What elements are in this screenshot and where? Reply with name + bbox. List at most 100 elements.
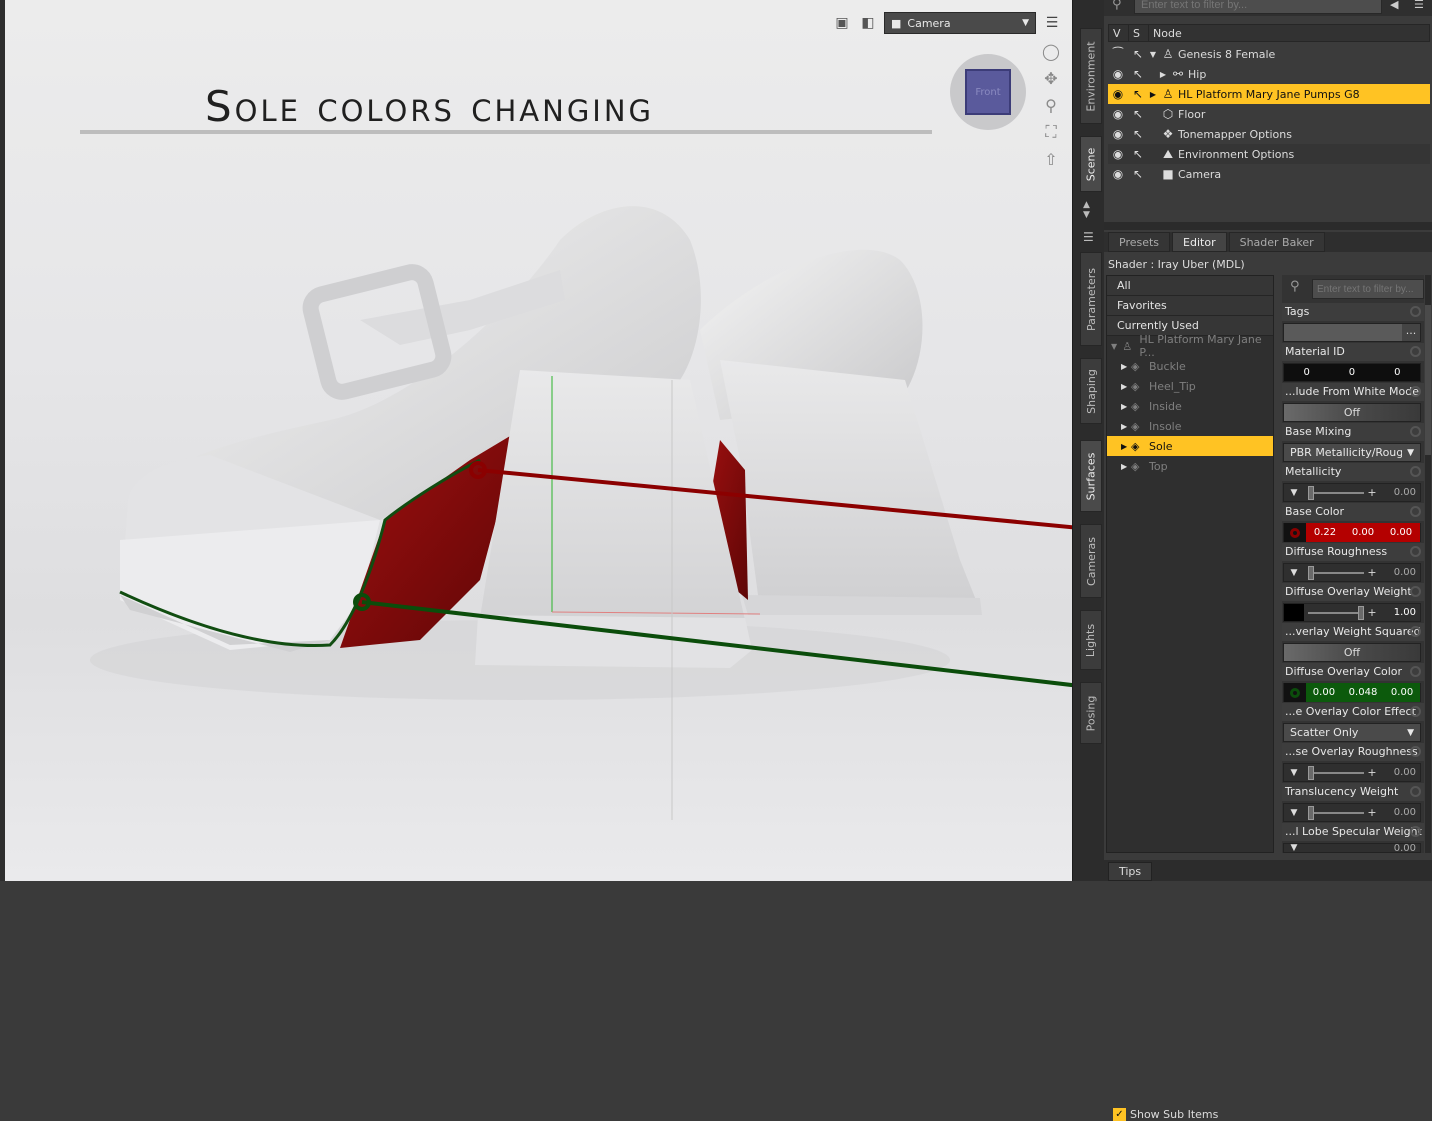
tab-presets[interactable]: Presets	[1108, 232, 1171, 252]
panel-splitter[interactable]	[1104, 222, 1432, 230]
view-cube[interactable]: Front	[950, 54, 1026, 130]
select-arrow-icon[interactable]: ↖	[1128, 147, 1148, 161]
expand-right-icon[interactable]: ▶	[1121, 402, 1131, 411]
slider-knob[interactable]	[1308, 485, 1314, 500]
viewport[interactable]: Sole colors changing ▣ ◧ ■ Camera ▼ ☰ Fr…	[0, 0, 1072, 881]
chevron-down-icon[interactable]: ▼	[1284, 843, 1304, 853]
plus-icon[interactable]: +	[1364, 566, 1380, 579]
expand-right-icon[interactable]: ▶	[1148, 90, 1158, 99]
gear-icon[interactable]	[1410, 826, 1421, 837]
orbit-icon[interactable]: ◯	[1040, 40, 1062, 62]
tags-browse-button[interactable]: ...	[1402, 324, 1420, 341]
home-icon[interactable]: ⇧	[1040, 148, 1062, 170]
render-preview-icon[interactable]: ▣	[832, 13, 852, 33]
chevron-down-icon[interactable]: ▼	[1284, 768, 1304, 778]
expand-right-icon[interactable]: ▶	[1158, 70, 1168, 79]
plus-icon[interactable]: +	[1364, 606, 1380, 619]
eye-icon[interactable]: ◉	[1108, 67, 1128, 81]
property-filter-input[interactable]	[1312, 279, 1424, 299]
exclude-white-toggle[interactable]: Off	[1283, 403, 1421, 422]
surface-item-insole[interactable]: ▶ ◈ Insole	[1107, 416, 1273, 436]
diffuse-overlay-weight-slider[interactable]: + 1.00	[1283, 603, 1421, 622]
tab-parameters[interactable]: Parameters	[1080, 252, 1102, 346]
viewport-menu-icon[interactable]: ☰	[1042, 13, 1062, 33]
slider-track[interactable]	[1308, 565, 1364, 580]
expand-right-icon[interactable]: ▶	[1121, 382, 1131, 391]
slider-track[interactable]	[1308, 605, 1364, 620]
scroll-arrows-icon[interactable]: ▲ ▼	[1083, 200, 1090, 220]
property-scrollbar[interactable]	[1425, 275, 1431, 853]
overlay-weight-squared-toggle[interactable]: Off	[1283, 643, 1421, 662]
base-mixing-select[interactable]: PBR Metallicity/Roughness ▼	[1283, 443, 1421, 462]
diffuse-overlay-color-values[interactable]: 0.00 0.048 0.00	[1306, 683, 1420, 702]
view-cube-face[interactable]: Front	[965, 69, 1011, 115]
diffuse-overlay-color-field[interactable]: 0.00 0.048 0.00	[1283, 683, 1421, 702]
gear-icon[interactable]	[1410, 466, 1421, 477]
tab-surfaces[interactable]: Surfaces	[1080, 440, 1102, 512]
slider-knob[interactable]	[1308, 565, 1314, 580]
surface-item-inside[interactable]: ▶ ◈ Inside	[1107, 396, 1273, 416]
surface-item-heel-tip[interactable]: ▶ ◈ Heel_Tip	[1107, 376, 1273, 396]
scrollbar-thumb[interactable]	[1425, 305, 1431, 455]
gear-icon[interactable]	[1410, 666, 1421, 677]
select-arrow-icon[interactable]: ↖	[1128, 87, 1148, 101]
expand-right-icon[interactable]: ▶	[1121, 442, 1131, 451]
gear-icon[interactable]	[1410, 546, 1421, 557]
surface-group-favorites[interactable]: Favorites	[1107, 296, 1273, 316]
gear-icon[interactable]	[1410, 746, 1421, 757]
tab-editor[interactable]: Editor	[1172, 232, 1227, 252]
scene-node-camera[interactable]: ◉ ↖ ■ Camera	[1108, 164, 1430, 184]
scene-menu-icon[interactable]: ☰	[1414, 0, 1424, 11]
surface-item-buckle[interactable]: ▶ ◈ Buckle	[1107, 356, 1273, 376]
arrow-left-icon[interactable]: ◀	[1390, 0, 1398, 11]
header-visible[interactable]: V	[1109, 25, 1129, 41]
translucency-weight-slider[interactable]: ▼ + 0.00	[1283, 803, 1421, 822]
expand-down-icon[interactable]: ▼	[1111, 342, 1122, 351]
material-id-field[interactable]: 0 0 0	[1283, 363, 1421, 382]
slider-track[interactable]	[1308, 765, 1364, 780]
chevron-down-icon[interactable]: ▼	[1284, 808, 1304, 818]
slider-knob[interactable]	[1358, 605, 1364, 620]
plus-icon[interactable]: +	[1364, 486, 1380, 499]
gear-icon[interactable]	[1410, 306, 1421, 317]
map-swatch[interactable]	[1284, 604, 1304, 621]
select-arrow-icon[interactable]: ↖	[1128, 47, 1148, 61]
gear-icon[interactable]	[1410, 426, 1421, 437]
chevron-down-icon[interactable]: ▼	[1284, 568, 1304, 578]
lobe-specular-weight-value[interactable]: 0.00	[1394, 843, 1420, 854]
tab-cameras[interactable]: Cameras	[1080, 524, 1102, 598]
overlay-color-effect-select[interactable]: Scatter Only ▼	[1283, 723, 1421, 742]
slider-track[interactable]	[1308, 805, 1364, 820]
overlay-roughness-slider[interactable]: ▼ + 0.00	[1283, 763, 1421, 782]
tab-tips[interactable]: Tips	[1108, 862, 1153, 881]
lobe-specular-weight-slider[interactable]: ▼ 0.00	[1283, 843, 1421, 853]
tab-shaping[interactable]: Shaping	[1080, 358, 1102, 424]
eye-icon[interactable]: ◉	[1108, 167, 1128, 181]
slider-knob[interactable]	[1308, 765, 1314, 780]
select-arrow-icon[interactable]: ↖	[1128, 167, 1148, 181]
scene-node-genesis[interactable]: ⁀ ↖ ▼ ♙ Genesis 8 Female	[1108, 44, 1430, 64]
tab-scene[interactable]: Scene	[1080, 136, 1102, 192]
camera-select[interactable]: ■ Camera ▼	[884, 12, 1036, 34]
gear-icon[interactable]	[1410, 506, 1421, 517]
scene-filter-input[interactable]	[1134, 0, 1382, 14]
visibility-closed-icon[interactable]: ⁀	[1108, 47, 1128, 61]
expand-right-icon[interactable]: ▶	[1121, 422, 1131, 431]
expand-right-icon[interactable]: ▶	[1121, 462, 1131, 471]
translucency-weight-value[interactable]: 0.00	[1394, 807, 1420, 818]
expand-down-icon[interactable]: ▼	[1148, 50, 1158, 59]
tab-posing[interactable]: Posing	[1080, 682, 1102, 744]
header-node[interactable]: Node	[1149, 25, 1429, 41]
slider-track[interactable]	[1308, 485, 1364, 500]
surface-group-all[interactable]: All	[1107, 276, 1273, 296]
scene-node-tonemapper[interactable]: ◉ ↖ ❖ Tonemapper Options	[1108, 124, 1430, 144]
eye-icon[interactable]: ◉	[1108, 147, 1128, 161]
draw-style-icon[interactable]: ◧	[858, 13, 878, 33]
select-arrow-icon[interactable]: ↖	[1128, 127, 1148, 141]
gear-icon[interactable]	[1410, 386, 1421, 397]
frame-icon[interactable]: ⛶	[1040, 121, 1062, 143]
slider-knob[interactable]	[1308, 805, 1314, 820]
surface-root[interactable]: ▼ ♙ HL Platform Mary Jane P...	[1107, 333, 1273, 359]
plus-icon[interactable]: +	[1364, 766, 1380, 779]
chevron-down-icon[interactable]: ▼	[1284, 488, 1304, 498]
